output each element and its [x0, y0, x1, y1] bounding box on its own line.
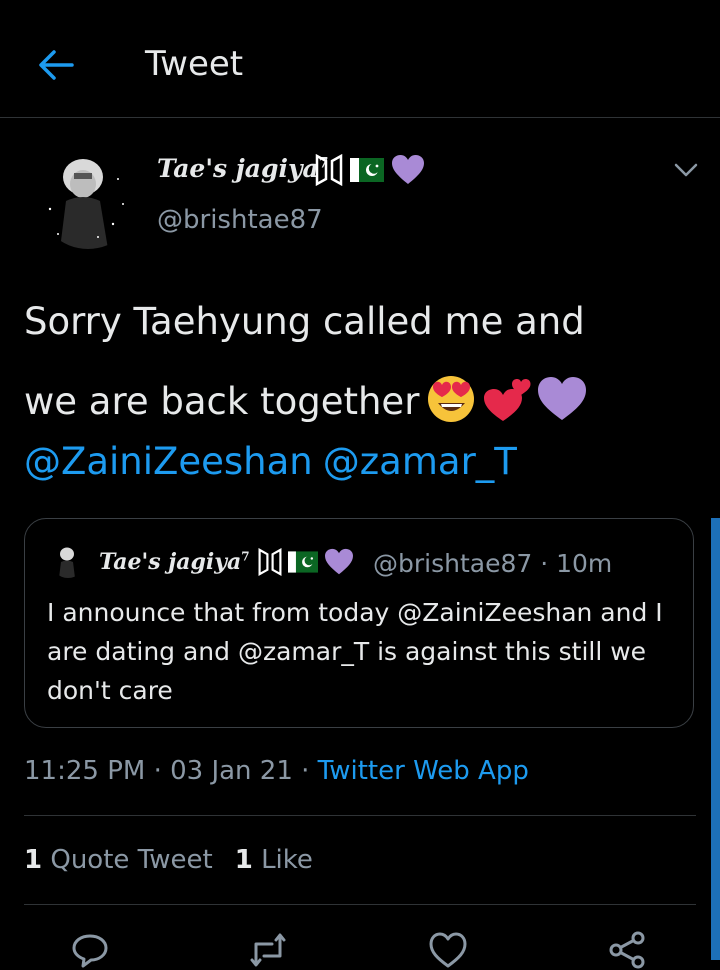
two-hearts-emoji — [484, 378, 531, 421]
bts-logo-icon — [258, 548, 282, 576]
author-display-name[interactable]: Tae's jagiya7 — [157, 154, 328, 183]
heart-eyes-emoji — [428, 375, 475, 422]
like-stat[interactable]: 1 Like — [235, 845, 313, 875]
scrollbar[interactable] — [711, 518, 720, 960]
pakistan-flag-icon — [288, 551, 318, 573]
tweet-line-2: we are back together — [24, 362, 684, 442]
purple-heart-icon — [392, 155, 424, 184]
author-name-text: Tae's jagiya — [157, 154, 319, 183]
source-link[interactable]: Twitter Web App — [318, 756, 529, 786]
tweet-body: Sorry Taehyung called me and we are back… — [24, 282, 684, 442]
arrow-left-icon[interactable] — [36, 45, 76, 85]
page-title: Tweet — [145, 44, 244, 84]
engagement-stats: 1 Quote Tweet 1 Like — [24, 845, 313, 875]
quote-tweet-stat[interactable]: 1 Quote Tweet — [24, 845, 213, 875]
like-icon[interactable] — [428, 930, 468, 970]
pakistan-flag-icon — [350, 158, 384, 182]
avatar[interactable] — [38, 149, 138, 249]
reply-icon[interactable] — [70, 930, 110, 970]
avatar-image — [38, 149, 138, 249]
divider — [24, 904, 696, 905]
tweet-emojis — [425, 373, 589, 423]
quoted-tweet-text: I announce that from today @ZainiZeeshan… — [47, 598, 663, 705]
quoted-handle-time: @brishtae87 · 10m — [373, 549, 613, 578]
bts-logo-icon — [315, 154, 343, 186]
top-bar: Tweet — [0, 0, 720, 118]
quoted-display-name: Tae's jagiya7 — [99, 549, 250, 575]
quoted-tweet-card[interactable]: Tae's jagiya7 @brishtae87 · 10m I announ… — [24, 518, 694, 728]
quoted-avatar-image — [51, 544, 85, 578]
purple-heart-emoji — [538, 376, 587, 420]
retweet-icon[interactable] — [248, 930, 288, 970]
divider — [24, 815, 696, 816]
timestamp-text: 11:25 PM · 03 Jan 21 · — [24, 756, 318, 786]
mention-link[interactable]: @zamar_T — [323, 440, 517, 483]
author-badges — [314, 154, 426, 186]
quoted-avatar — [51, 544, 85, 578]
mention-link[interactable]: @ZainiZeeshan — [24, 440, 313, 483]
quoted-badges — [257, 548, 355, 576]
author-handle[interactable]: @brishtae87 — [157, 205, 323, 235]
quote-label: Quote Tweet — [50, 845, 213, 875]
chevron-down-icon[interactable] — [672, 156, 700, 184]
quote-count: 1 — [24, 845, 43, 875]
like-count: 1 — [234, 845, 253, 875]
tweet-line-2-text: we are back together — [24, 380, 420, 423]
purple-heart-icon — [325, 548, 353, 575]
quoted-name-superscript: 7 — [241, 549, 250, 564]
tweet-timestamp: 11:25 PM · 03 Jan 21 · Twitter Web App — [24, 756, 529, 786]
tweet-line-1: Sorry Taehyung called me and — [24, 300, 585, 343]
tweet-mentions: @ZainiZeeshan @zamar_T — [24, 440, 527, 483]
quoted-name-text: Tae's jagiya — [99, 549, 242, 575]
like-label: Like — [261, 845, 313, 875]
share-icon[interactable] — [608, 930, 648, 970]
